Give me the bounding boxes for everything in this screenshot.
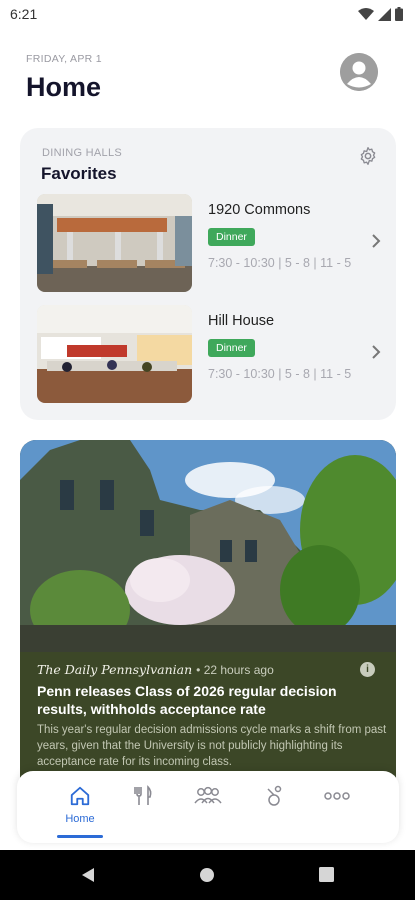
tab-home[interactable]: Home [60, 785, 100, 825]
dining-hall-name: Hill House [208, 313, 275, 329]
tab-laundry[interactable] [254, 785, 294, 825]
system-navigation-bar [0, 850, 415, 900]
battery-icon [395, 7, 403, 21]
people-icon [194, 786, 222, 804]
info-icon[interactable]: i [360, 662, 375, 677]
status-time: 6:21 [10, 6, 38, 22]
back-icon[interactable] [80, 867, 96, 883]
tab-people[interactable] [188, 785, 228, 825]
more-icon [324, 792, 350, 800]
home-button-icon[interactable] [199, 867, 215, 883]
active-tab-indicator [57, 835, 103, 838]
dining-title: Favorites [41, 164, 117, 183]
news-source-logo: The Daily Pennsylvanian [37, 662, 193, 677]
news-summary: This year's regular decision admissions … [37, 724, 387, 768]
laundry-icon [267, 785, 282, 806]
meal-badge: Dinner [208, 228, 255, 246]
status-bar: 6:21 [0, 0, 415, 28]
dining-hall-name: 1920 Commons [208, 202, 311, 218]
news-card[interactable]: The Daily Pennsylvanian • 22 hours ago i… [20, 440, 396, 820]
dining-hall-item[interactable]: Hill House Dinner 7:30 - 10:30 | 5 - 8 |… [37, 305, 382, 403]
dining-halls-card: DINING HALLS Favorites 1920 Commons Dinn… [20, 128, 396, 420]
news-timestamp: • 22 hours ago [196, 663, 274, 677]
dining-hall-hours: 7:30 - 10:30 | 5 - 8 | 11 - 5 [208, 256, 352, 270]
news-photo [20, 440, 396, 652]
news-source: The Daily Pennsylvanian • 22 hours ago [37, 662, 274, 677]
chevron-right-icon [372, 345, 381, 359]
signal-icon [378, 7, 391, 21]
bottom-tab-bar: Home [17, 771, 399, 843]
chevron-right-icon [372, 234, 381, 248]
dining-hall-photo [37, 305, 192, 403]
tab-label: Home [65, 813, 95, 825]
news-headline: Penn releases Class of 2026 regular deci… [37, 683, 337, 717]
page-title: Home [26, 72, 102, 102]
dining-caption: DINING HALLS [42, 147, 123, 159]
tab-more[interactable] [317, 785, 357, 825]
home-icon [70, 786, 90, 806]
dining-hall-hours: 7:30 - 10:30 | 5 - 8 | 11 - 5 [208, 367, 352, 381]
dining-icon [134, 785, 152, 805]
profile-avatar[interactable] [340, 53, 378, 91]
user-icon [340, 53, 378, 91]
date-label: FRIDAY, APR 1 [26, 53, 102, 65]
status-icons [358, 7, 403, 21]
tab-dining[interactable] [123, 785, 163, 825]
dining-hall-photo [37, 194, 192, 292]
wifi-icon [358, 7, 374, 20]
gear-icon[interactable] [358, 146, 378, 166]
recents-icon[interactable] [319, 867, 334, 882]
dining-hall-item[interactable]: 1920 Commons Dinner 7:30 - 10:30 | 5 - 8… [37, 194, 382, 292]
meal-badge: Dinner [208, 339, 255, 357]
